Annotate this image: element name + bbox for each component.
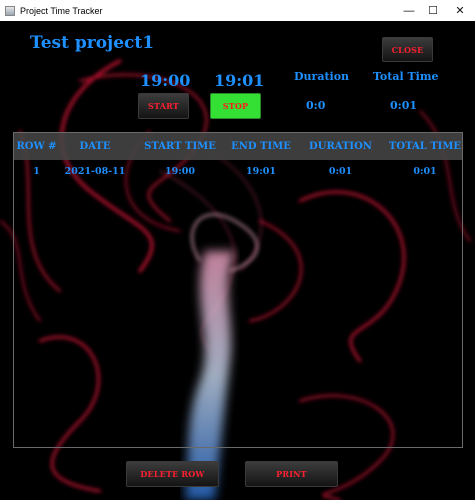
- column-header-date[interactable]: DATE: [59, 141, 131, 152]
- column-header-end-time[interactable]: END TIME: [229, 141, 293, 152]
- duration-value: 0:0: [306, 99, 326, 112]
- cell-date: 2021-08-11: [64, 166, 126, 177]
- close-window-icon[interactable]: ✕: [445, 0, 475, 21]
- column-header-row[interactable]: ROW #: [14, 141, 59, 152]
- title-bar: Project Time Tracker — ☐ ✕: [0, 0, 475, 21]
- project-title: Test project1: [30, 33, 155, 53]
- start-button[interactable]: START: [138, 93, 189, 119]
- cell-row-number: 1: [33, 166, 40, 177]
- app-window: Project Time Tracker — ☐ ✕ Test project1…: [0, 0, 475, 500]
- column-header-start-time[interactable]: START TIME: [131, 141, 229, 152]
- cell-duration: 0:01: [328, 166, 353, 177]
- total-time-value: 0:01: [390, 99, 418, 112]
- minimize-icon[interactable]: —: [397, 0, 421, 21]
- time-log-table[interactable]: ROW # DATE START TIME END TIME DURATION …: [13, 132, 463, 448]
- cell-start-time: 19:00: [165, 166, 195, 177]
- table-row[interactable]: 1 2021-08-11 19:00 19:01 0:01 0:01: [14, 163, 462, 180]
- column-header-total-time[interactable]: TOTAL TIME: [388, 141, 462, 152]
- start-time-display: 19:00: [140, 71, 191, 90]
- cell-total-time: 0:01: [413, 166, 437, 177]
- java-app-icon: [5, 5, 15, 16]
- duration-label: Duration: [294, 70, 350, 83]
- main-panel: Test project1 CLOSE 19:00 19:01 Duration…: [0, 21, 475, 500]
- print-button[interactable]: PRINT: [245, 461, 338, 487]
- total-time-label: Total Time: [373, 70, 439, 83]
- column-header-duration[interactable]: DURATION: [293, 141, 388, 152]
- cell-end-time: 19:01: [246, 166, 276, 177]
- table-header: ROW # DATE START TIME END TIME DURATION …: [14, 133, 462, 160]
- close-button[interactable]: CLOSE: [382, 37, 433, 62]
- end-time-display: 19:01: [214, 71, 265, 90]
- window-title: Project Time Tracker: [20, 5, 103, 16]
- delete-row-button[interactable]: DELETE ROW: [126, 461, 219, 487]
- maximize-icon[interactable]: ☐: [421, 0, 445, 21]
- stop-button[interactable]: STOP: [210, 93, 261, 119]
